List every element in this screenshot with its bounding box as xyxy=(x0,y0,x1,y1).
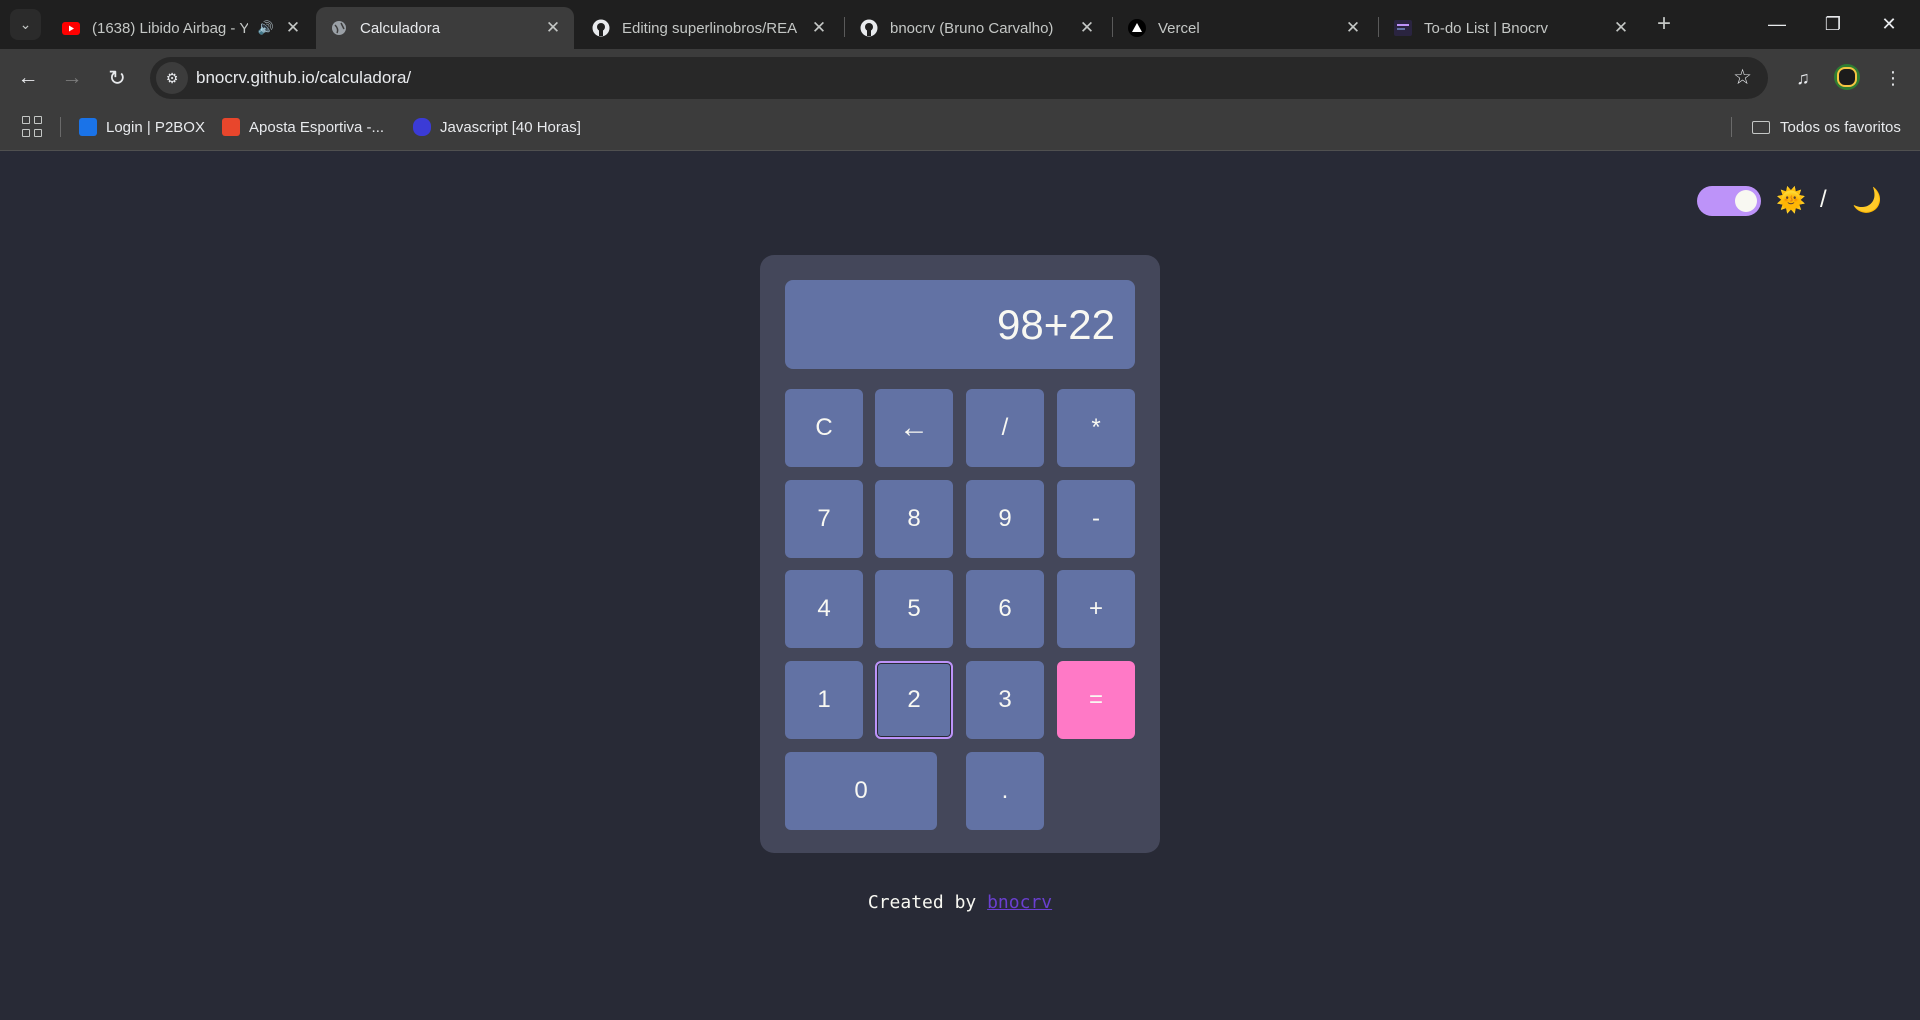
more-vertical-icon: ⋮ xyxy=(1884,67,1902,88)
chevron-down-icon: ⌄ xyxy=(19,16,32,32)
reload-icon: ↻ xyxy=(108,66,126,90)
forward-button[interactable]: → xyxy=(57,63,87,93)
p2box-icon xyxy=(79,118,97,136)
tab-search-button[interactable]: ⌄ xyxy=(10,9,41,40)
tab-title: Vercel xyxy=(1158,19,1200,37)
multiply-button[interactable]: * xyxy=(1057,389,1135,467)
tab-separator xyxy=(1378,17,1379,37)
tab-todo[interactable]: To-do List | Bnocrv ✕ xyxy=(1380,7,1642,49)
aposta-icon xyxy=(222,118,240,136)
plus-button[interactable]: + xyxy=(1057,570,1135,648)
backspace-button[interactable]: ← xyxy=(875,389,953,467)
minimize-icon: — xyxy=(1768,13,1786,34)
site-info-button[interactable]: ⚙ xyxy=(156,62,188,94)
address-bar[interactable]: ⚙ bnocrv.github.io/calculadora/ ☆ xyxy=(150,57,1768,99)
close-tab-icon[interactable]: ✕ xyxy=(810,18,828,38)
restore-icon: ❐ xyxy=(1824,13,1842,34)
close-tab-icon[interactable]: ✕ xyxy=(544,18,562,38)
digit-7-button[interactable]: 7 xyxy=(785,480,863,558)
close-icon: ✕ xyxy=(1881,13,1897,34)
github-icon xyxy=(592,19,610,37)
close-tab-icon[interactable]: ✕ xyxy=(1612,18,1630,38)
tab-separator xyxy=(1112,17,1113,37)
tab-strip: ⌄ (1638) Libido Airbag - Y 🔊 ✕ Calculado… xyxy=(0,0,1920,49)
digit-8-button[interactable]: 8 xyxy=(875,480,953,558)
close-tab-icon[interactable]: ✕ xyxy=(1078,18,1096,38)
digit-1-button[interactable]: 1 xyxy=(785,661,863,739)
digit-9-button[interactable]: 9 xyxy=(966,480,1044,558)
footer-credit: Created by bnocrv xyxy=(0,892,1920,913)
author-link[interactable]: bnocrv xyxy=(987,892,1052,913)
divide-button[interactable]: / xyxy=(966,389,1044,467)
bookmark-aposta[interactable]: Aposta Esportiva -... xyxy=(222,114,384,140)
theme-separator: / xyxy=(1820,186,1827,213)
credit-prefix: Created by xyxy=(867,892,977,913)
bookmark-star-icon[interactable]: ☆ xyxy=(1733,65,1752,90)
plus-icon: + xyxy=(1656,10,1671,37)
tab-separator xyxy=(844,17,845,37)
tab-calculadora[interactable]: Calculadora ✕ xyxy=(316,7,574,49)
restore-button[interactable]: ❐ xyxy=(1810,6,1856,42)
bookmark-separator xyxy=(1731,117,1732,137)
tab-editing[interactable]: Editing superlinobros/REA ✕ xyxy=(578,7,840,49)
minimize-button[interactable]: — xyxy=(1754,6,1800,42)
vercel-icon xyxy=(1128,19,1146,37)
equals-button[interactable]: = xyxy=(1057,661,1135,739)
profile-avatar[interactable] xyxy=(1834,64,1860,90)
all-bookmarks-button[interactable]: Todos os favoritos xyxy=(1752,114,1901,140)
digit-0-button[interactable]: 0 xyxy=(785,752,937,830)
digit-4-button[interactable]: 4 xyxy=(785,570,863,648)
tune-icon: ⚙ xyxy=(165,69,179,86)
minus-button[interactable]: - xyxy=(1057,480,1135,558)
digit-5-button[interactable]: 5 xyxy=(875,570,953,648)
moon-icon: 🌙 xyxy=(1852,187,1882,214)
tab-bnocrv[interactable]: bnocrv (Bruno Carvalho) ✕ xyxy=(846,7,1108,49)
back-button[interactable]: ← xyxy=(13,63,43,93)
tab-title: bnocrv (Bruno Carvalho) xyxy=(890,19,1054,37)
bookmark-p2box[interactable]: Login | P2BOX xyxy=(79,114,205,140)
globe-icon xyxy=(330,19,348,37)
digit-3-button[interactable]: 3 xyxy=(966,661,1044,739)
apps-grid-icon[interactable] xyxy=(22,116,44,138)
folder-icon xyxy=(1752,120,1770,134)
arrow-left-icon: ← xyxy=(17,66,39,89)
decimal-button[interactable]: . xyxy=(966,752,1044,830)
youtube-icon xyxy=(62,19,80,37)
calculator: 98+22 C ← / * 7 8 9 - 4 5 6 + 1 2 3 = 0 … xyxy=(760,255,1160,853)
digit-2-button[interactable]: 2 xyxy=(875,661,953,739)
close-tab-icon[interactable]: ✕ xyxy=(284,18,302,38)
close-tab-icon[interactable]: ✕ xyxy=(1344,18,1362,38)
menu-button[interactable]: ⋮ xyxy=(1878,63,1908,93)
reload-button[interactable]: ↻ xyxy=(102,63,132,93)
all-bookmarks-label: Todos os favoritos xyxy=(1780,118,1901,136)
github-icon xyxy=(860,19,878,37)
sun-icon: 🌞 xyxy=(1776,187,1806,214)
tab-vercel[interactable]: Vercel ✕ xyxy=(1114,7,1374,49)
tab-title: (1638) Libido Airbag - Y xyxy=(92,19,248,37)
calculator-display: 98+22 xyxy=(785,280,1135,369)
bookmark-label: Javascript [40 Horas] xyxy=(440,118,581,136)
tab-title: Editing superlinobros/REA xyxy=(622,19,798,37)
arrow-right-icon: → xyxy=(61,66,83,89)
bookmark-label: Aposta Esportiva -... xyxy=(249,118,385,136)
playlist-music-icon: ♫ xyxy=(1796,67,1810,88)
media-controls-button[interactable]: ♫ xyxy=(1788,63,1818,93)
digit-6-button[interactable]: 6 xyxy=(966,570,1044,648)
speaker-icon[interactable]: 🔊 xyxy=(258,20,274,36)
tab-youtube[interactable]: (1638) Libido Airbag - Y 🔊 ✕ xyxy=(48,7,314,49)
toggle-knob xyxy=(1735,190,1757,212)
javascript-course-icon xyxy=(413,118,431,136)
browser-toolbar: ← → ↻ ⚙ bnocrv.github.io/calculadora/ ☆ … xyxy=(0,49,1920,108)
url-text[interactable]: bnocrv.github.io/calculadora/ xyxy=(196,68,411,88)
tab-title: To-do List | Bnocrv xyxy=(1424,19,1548,37)
bookmark-label: Login | P2BOX xyxy=(106,118,205,136)
theme-toggle[interactable] xyxy=(1697,186,1761,216)
bookmark-separator xyxy=(60,117,61,137)
close-window-button[interactable]: ✕ xyxy=(1866,6,1912,42)
new-tab-button[interactable]: + xyxy=(1650,10,1678,38)
bookmark-javascript[interactable]: Javascript [40 Horas] xyxy=(413,114,581,140)
clear-button[interactable]: C xyxy=(785,389,863,467)
todo-icon xyxy=(1394,19,1412,37)
tab-title: Calculadora xyxy=(360,19,441,37)
